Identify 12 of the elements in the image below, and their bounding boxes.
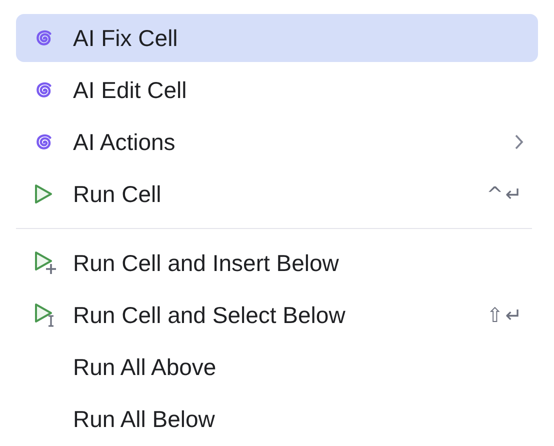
menu-item[interactable]: Run Cell ^↵ — [16, 170, 538, 218]
menu-item[interactable]: Run Cell and Insert Below — [16, 239, 538, 287]
shortcut: ⇧↵ — [486, 303, 524, 327]
menu-item[interactable]: Run Cell and Select Below ⇧↵ — [16, 291, 538, 339]
menu-item[interactable]: AI Actions — [16, 118, 538, 166]
play-icon — [32, 183, 54, 205]
menu-item[interactable]: Run All Above — [16, 343, 538, 391]
menu-item[interactable]: AI Edit Cell — [16, 66, 538, 114]
menu-item[interactable]: AI Fix Cell — [16, 14, 538, 62]
menu-item[interactable]: Run All Below — [16, 395, 538, 443]
play-plus-icon — [32, 250, 58, 276]
shortcut: ^↵ — [486, 182, 524, 206]
